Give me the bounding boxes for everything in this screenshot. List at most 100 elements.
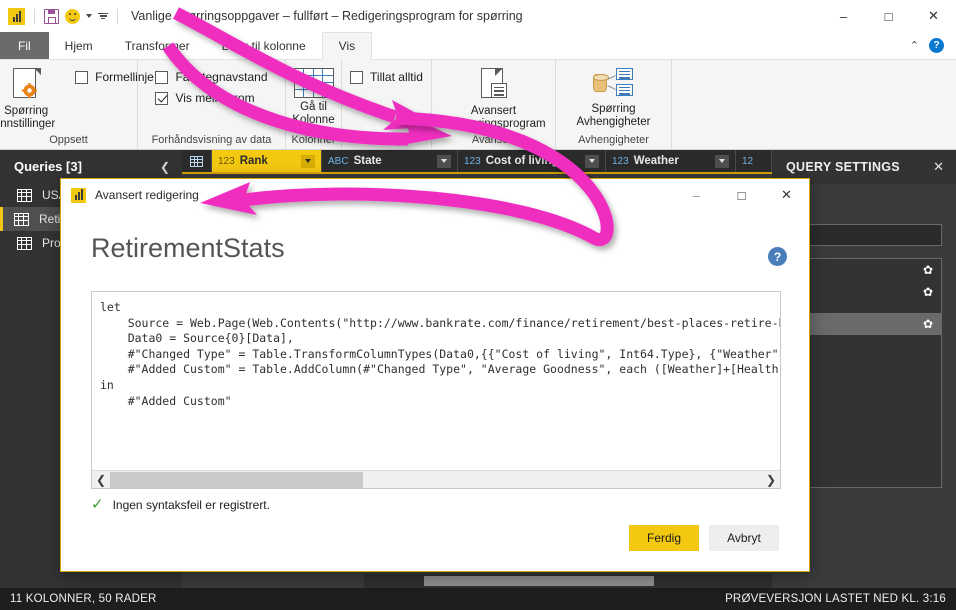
advanced-editor-dialog: Avansert redigering – □ ✕ RetirementStat… <box>60 178 810 572</box>
select-all-icon <box>190 155 203 167</box>
advanced-editor-button[interactable]: Avansert Redigeringsprogram <box>435 66 553 131</box>
table-icon <box>17 188 32 202</box>
ribbon-group-oppsett: Spørring Innstillinger Formellinje Oppse… <box>0 60 154 150</box>
scrollbar-thumb[interactable] <box>110 471 363 488</box>
checkbox-label: Tillat alltid <box>370 70 423 84</box>
ribbon-group-label-parametere: Parametere <box>357 134 416 146</box>
scrollbar-track[interactable] <box>110 471 762 489</box>
grid-column-state[interactable]: ABC State <box>322 150 458 172</box>
go-to-column-icon <box>293 68 334 98</box>
advanced-editor-label-2: Redigeringsprogram <box>441 118 546 130</box>
collapse-pane-icon[interactable]: ❮ <box>160 160 170 174</box>
ribbon-tab-fil[interactable]: Fil <box>0 32 49 59</box>
dialog-maximize-button[interactable]: □ <box>719 179 764 211</box>
column-type-label: 123 <box>612 155 629 167</box>
status-bar-left: 11 KOLONNER, 50 RADER <box>10 593 157 605</box>
queries-pane-title: Queries [3] <box>14 159 82 174</box>
ribbon-tab-right-controls: ⌃ ? <box>910 32 956 59</box>
close-button[interactable]: ✕ <box>911 0 956 32</box>
query-settings-icon <box>11 68 42 102</box>
divider <box>117 8 118 24</box>
help-icon[interactable]: ? <box>929 38 944 53</box>
minimize-button[interactable]: – <box>821 0 866 32</box>
scrollbar-thumb[interactable] <box>424 576 654 586</box>
applied-step-row-selected[interactable]: m ✿ <box>787 313 941 335</box>
checkbox-vis-mellomrom[interactable]: Vis mellomrom <box>155 91 267 105</box>
checkbox-checked-icon[interactable] <box>155 91 169 105</box>
checkmark-icon: ✓ <box>91 496 104 513</box>
column-type-label: 12 <box>742 155 754 167</box>
column-label: State <box>353 155 382 167</box>
syntax-status-text: Ingen syntaksfeil er registrert. <box>112 497 270 512</box>
gear-icon[interactable]: ✿ <box>923 317 933 331</box>
dialog-heading: RetirementStats <box>91 233 285 263</box>
grid-column-rank[interactable]: 123 Rank <box>212 150 322 172</box>
checkbox-fast-tegnavstand[interactable]: Fast tegnavstand <box>155 70 268 84</box>
checkbox-icon[interactable] <box>350 70 364 84</box>
column-filter-dropdown-icon[interactable] <box>715 154 729 168</box>
scroll-left-icon[interactable]: ❮ <box>92 471 110 489</box>
applied-step-row[interactable]: ✿ <box>787 259 941 281</box>
cancel-button[interactable]: Avbryt <box>709 525 779 551</box>
chevron-up-icon[interactable]: ⌃ <box>910 39 919 52</box>
checkbox-tillat-alltid[interactable]: Tillat alltid <box>350 70 423 84</box>
query-settings-button[interactable]: Spørring Innstillinger <box>0 66 69 131</box>
close-pane-icon[interactable]: ✕ <box>933 159 944 175</box>
go-to-column-label-1: Gå til <box>300 101 327 113</box>
column-type-label: ABC <box>328 155 349 167</box>
column-label: Rank <box>239 155 268 167</box>
checkbox-icon[interactable] <box>75 70 89 84</box>
chevron-down-icon[interactable] <box>86 14 92 18</box>
grid-column-next[interactable]: 12 <box>736 150 772 172</box>
ribbon-tab-transformer[interactable]: Transformer <box>109 32 206 59</box>
done-button[interactable]: Ferdig <box>629 525 699 551</box>
dialog-window-controls: – □ ✕ <box>674 179 809 211</box>
code-horizontal-scrollbar[interactable]: ❮ ❯ <box>92 470 780 488</box>
column-type-label: 123 <box>218 155 235 167</box>
column-label: Cost of living <box>485 155 559 167</box>
grid-column-weather[interactable]: 123 Weather <box>606 150 736 172</box>
ribbon-tab-hjem[interactable]: Hjem <box>49 32 109 59</box>
grid-select-all-cell[interactable] <box>182 150 212 172</box>
query-settings-label-1: Spørring <box>4 105 49 117</box>
window-title-bar: Vanlige spørringsoppgaver – fullført – R… <box>0 0 956 32</box>
dialog-minimize-button[interactable]: – <box>674 179 719 211</box>
checkbox-icon[interactable] <box>155 70 169 84</box>
ribbon-group-forhandsvisning: Fast tegnavstand Vis mellomrom Forhåndsv… <box>138 60 286 150</box>
syntax-status: ✓ Ingen syntaksfeil er registrert. <box>91 497 270 512</box>
code-editor-text[interactable]: let Source = Web.Page(Web.Contents("http… <box>92 292 780 470</box>
power-bi-logo-icon <box>8 7 25 25</box>
maximize-button[interactable]: □ <box>866 0 911 32</box>
gear-icon[interactable]: ✿ <box>923 263 933 277</box>
scroll-right-icon[interactable]: ❯ <box>762 471 780 489</box>
gear-icon[interactable]: ✿ <box>923 285 933 299</box>
advanced-editor-icon <box>478 68 510 102</box>
ribbon-tab-legg-til-kolonne[interactable]: Legg til kolonne <box>206 32 322 59</box>
code-editor[interactable]: let Source = Web.Page(Web.Contents("http… <box>91 291 781 489</box>
checkbox-label: Vis mellomrom <box>175 91 255 105</box>
column-filter-dropdown-icon[interactable] <box>585 154 599 168</box>
ribbon-group-label-avhengigheter: Avhengigheter <box>578 134 649 146</box>
ribbon-tab-vis[interactable]: Vis <box>321 32 373 60</box>
ribbon-group-kolonner: Gå til Kolonne Kolonner <box>286 60 342 150</box>
query-settings-label-2: Innstillinger <box>0 118 56 130</box>
gear-icon <box>22 83 38 98</box>
table-icon <box>14 212 29 226</box>
query-dependencies-icon <box>592 68 635 100</box>
column-filter-dropdown-icon[interactable] <box>301 154 315 168</box>
smiley-feedback-icon[interactable] <box>65 8 80 24</box>
applied-step-row[interactable]: ✿ <box>787 281 941 303</box>
ribbon-group-label-avansert: Avansert <box>471 134 516 146</box>
save-icon[interactable] <box>44 8 59 24</box>
ribbon-group-avansert: Avansert Redigeringsprogram Avansert <box>432 60 556 150</box>
customize-quick-access-toolbar-icon[interactable] <box>98 12 108 20</box>
help-icon[interactable]: ? <box>768 247 787 266</box>
grid-column-header-row: 123 Rank ABC State 123 Cost of living 12… <box>182 150 772 174</box>
column-filter-dropdown-icon[interactable] <box>437 154 451 168</box>
query-dependencies-button[interactable]: Spørring Avhengigheter <box>559 66 669 129</box>
dialog-close-button[interactable]: ✕ <box>764 179 809 211</box>
grid-column-cost-of-living[interactable]: 123 Cost of living <box>458 150 606 172</box>
column-type-label: 123 <box>464 155 481 167</box>
go-to-column-button[interactable]: Gå til Kolonne <box>291 66 337 127</box>
status-bar: 11 KOLONNER, 50 RADER PRØVEVERSJON LASTE… <box>0 588 956 610</box>
